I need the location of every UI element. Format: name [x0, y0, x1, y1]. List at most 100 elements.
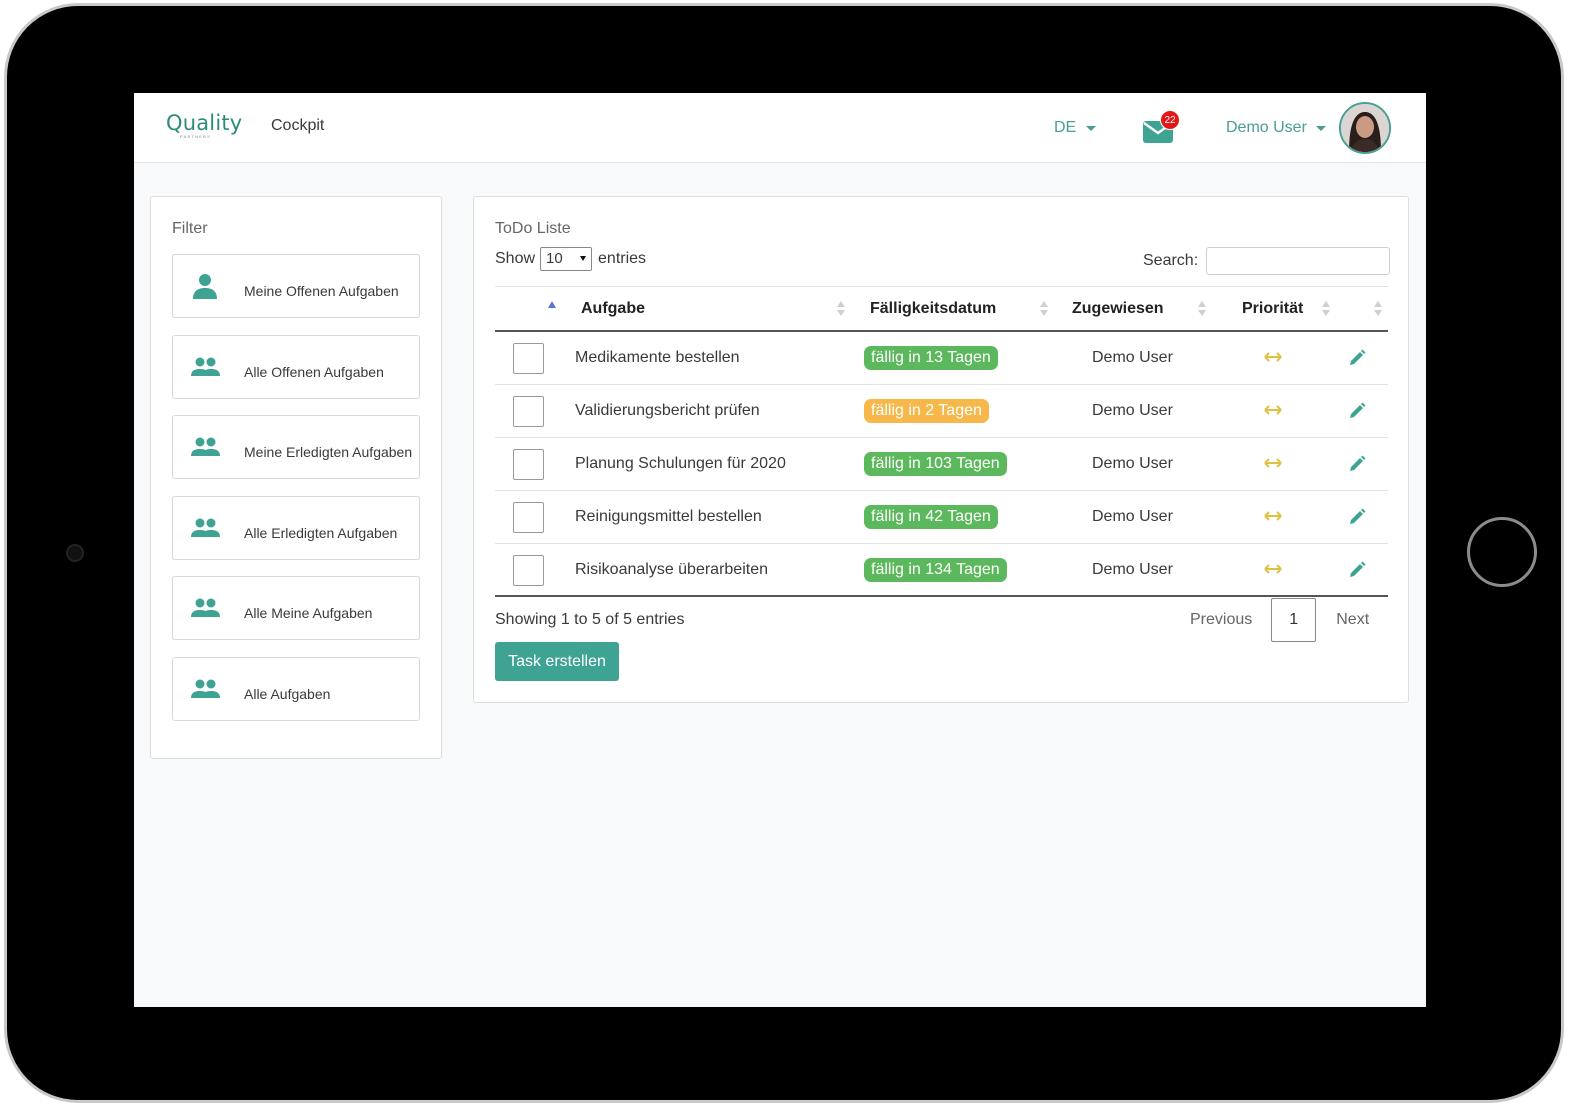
create-task-button[interactable]: Task erstellen: [495, 642, 619, 681]
assignee: Demo User: [1092, 349, 1173, 366]
table-row: Medikamente bestellen fällig in 13 Tagen…: [495, 332, 1388, 385]
assignee: Demo User: [1092, 561, 1173, 578]
due-badge: fällig in 2 Tagen: [864, 399, 989, 423]
priority-medium-icon: [1264, 405, 1282, 415]
entries-select-value: 10: [546, 250, 563, 267]
pencil-icon[interactable]: [1348, 402, 1366, 420]
column-header-assignee[interactable]: Zugewiesen: [1072, 300, 1164, 318]
filter-label: Meine Offenen Aufgaben: [244, 283, 399, 299]
table-row: Planung Schulungen für 2020 fällig in 10…: [495, 438, 1388, 491]
people-icon: [191, 518, 220, 537]
sort-icon[interactable]: [1040, 301, 1048, 317]
brand-logo[interactable]: Quality PARTNERS: [166, 111, 242, 141]
table-header: Aufgabe Fälligkeitsdatum Zugewiesen Prio…: [495, 286, 1388, 332]
language-dropdown[interactable]: DE: [1054, 119, 1097, 137]
avatar-image: [1341, 104, 1389, 152]
todo-title: ToDo Liste: [495, 220, 571, 237]
row-checkbox[interactable]: [513, 343, 544, 374]
assignee: Demo User: [1092, 508, 1173, 525]
search-label: Search:: [1143, 252, 1199, 269]
pencil-icon[interactable]: [1348, 455, 1366, 473]
task-name[interactable]: Reinigungsmittel bestellen: [575, 508, 762, 526]
sort-icon[interactable]: [837, 301, 845, 317]
camera-dot: [66, 544, 84, 562]
table-row: Validierungsbericht prüfen fällig in 2 T…: [495, 385, 1388, 438]
task-name[interactable]: Validierungsbericht prüfen: [575, 402, 760, 420]
user-name: Demo User: [1226, 119, 1307, 136]
mail-count-badge: 22: [1160, 110, 1180, 130]
row-checkbox[interactable]: [513, 396, 544, 427]
people-icon: [191, 357, 220, 376]
table-row: Risikoanalyse überarbeiten fällig in 134…: [495, 544, 1388, 597]
home-button[interactable]: [1467, 517, 1537, 587]
row-checkbox[interactable]: [513, 502, 544, 533]
search-input[interactable]: [1206, 247, 1391, 275]
chevron-down-icon: [1086, 125, 1097, 131]
language-label: DE: [1054, 119, 1077, 136]
filter-label: Alle Meine Aufgaben: [244, 605, 373, 621]
sort-asc-icon[interactable]: [548, 301, 556, 308]
filter-label: Alle Aufgaben: [244, 686, 331, 702]
chevron-down-icon: [580, 256, 587, 261]
priority-medium-icon: [1264, 511, 1282, 521]
people-icon: [191, 598, 220, 617]
filter-panel: Filter Meine Offenen Aufgaben Alle Offen…: [150, 196, 442, 759]
due-badge: fällig in 103 Tagen: [864, 452, 1007, 476]
people-icon: [191, 679, 220, 698]
pencil-icon[interactable]: [1348, 561, 1366, 579]
filter-label: Meine Erledigten Aufgaben: [244, 444, 413, 460]
assignee: Demo User: [1092, 455, 1173, 472]
sort-icon[interactable]: [1198, 301, 1206, 317]
pencil-icon[interactable]: [1348, 508, 1366, 526]
people-icon: [191, 437, 220, 456]
priority-medium-icon: [1264, 564, 1282, 574]
filter-all-open-tasks[interactable]: Alle Offenen Aufgaben: [172, 335, 420, 399]
filter-all-tasks[interactable]: Alle Aufgaben: [172, 657, 420, 721]
row-checkbox[interactable]: [513, 555, 544, 586]
table-info: Showing 1 to 5 of 5 entries: [495, 611, 685, 628]
task-name[interactable]: Risikoanalyse überarbeiten: [575, 561, 768, 579]
column-header-task[interactable]: Aufgabe: [581, 300, 645, 318]
due-badge: fällig in 134 Tagen: [864, 558, 1007, 582]
pagination-previous[interactable]: Previous: [1190, 611, 1252, 629]
task-name[interactable]: Planung Schulungen für 2020: [575, 455, 786, 473]
filter-my-done-tasks[interactable]: Meine Erledigten Aufgaben: [172, 415, 420, 479]
navbar: Quality PARTNERS Cockpit DE 22 Demo User: [134, 93, 1426, 163]
entries-select[interactable]: 10: [540, 247, 593, 271]
filter-label: Alle Offenen Aufgaben: [244, 364, 384, 380]
due-badge: fällig in 42 Tagen: [864, 505, 998, 529]
task-name[interactable]: Medikamente bestellen: [575, 349, 740, 367]
person-icon: [193, 274, 217, 299]
sort-icon[interactable]: [1374, 301, 1382, 317]
show-label: Show: [495, 250, 536, 267]
pagination-page[interactable]: 1: [1271, 598, 1317, 642]
brand-sub: PARTNERS: [180, 134, 212, 139]
column-header-priority[interactable]: Priorität: [1242, 300, 1303, 318]
brand-name: Quality: [166, 111, 243, 135]
filter-label: Alle Erledigten Aufgaben: [244, 525, 398, 541]
assignee: Demo User: [1092, 402, 1173, 419]
app-screen: Quality PARTNERS Cockpit DE 22 Demo User: [134, 93, 1426, 1007]
user-dropdown[interactable]: Demo User: [1226, 119, 1326, 137]
table-row: Reinigungsmittel bestellen fällig in 42 …: [495, 491, 1388, 544]
pagination-next[interactable]: Next: [1336, 611, 1369, 629]
search-control: Search:: [1143, 247, 1391, 275]
filter-all-my-tasks[interactable]: Alle Meine Aufgaben: [172, 576, 420, 640]
pagination: Previous 1 Next: [1190, 598, 1369, 642]
chevron-down-icon: [1315, 125, 1326, 131]
priority-medium-icon: [1264, 352, 1282, 362]
todo-panel: ToDo Liste Show 10 entries Search: Aufga…: [473, 196, 1409, 703]
filter-all-done-tasks[interactable]: Alle Erledigten Aufgaben: [172, 496, 420, 560]
avatar[interactable]: [1339, 102, 1391, 154]
pencil-icon[interactable]: [1348, 349, 1366, 367]
sort-icon[interactable]: [1322, 301, 1330, 317]
entries-label: entries: [598, 250, 647, 267]
row-checkbox[interactable]: [513, 449, 544, 480]
filter-my-open-tasks[interactable]: Meine Offenen Aufgaben: [172, 254, 420, 318]
column-header-due-date[interactable]: Fälligkeitsdatum: [870, 300, 996, 318]
filter-title: Filter: [172, 220, 208, 237]
entries-length-control: Show 10 entries: [495, 247, 646, 271]
nav-cockpit[interactable]: Cockpit: [271, 117, 324, 135]
due-badge: fällig in 13 Tagen: [864, 346, 998, 370]
priority-medium-icon: [1264, 458, 1282, 468]
